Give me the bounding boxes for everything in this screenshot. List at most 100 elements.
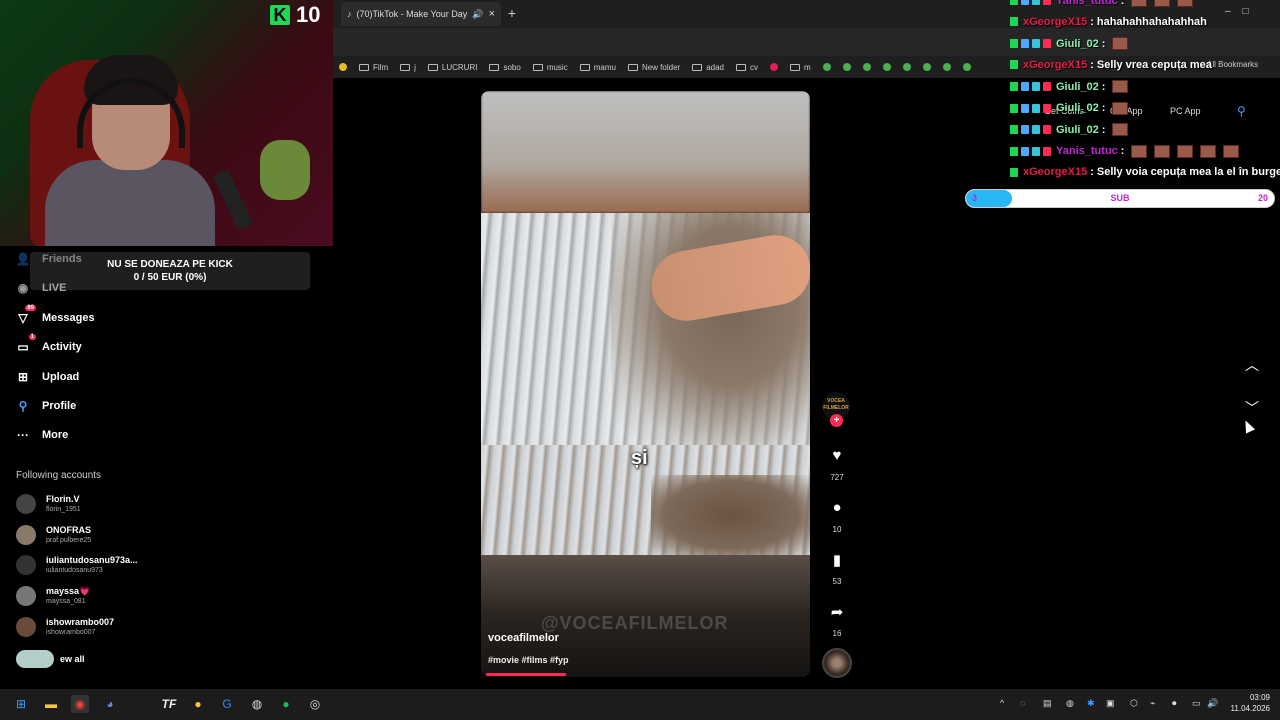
obs-icon[interactable]: ◎ bbox=[306, 695, 324, 713]
nav-more[interactable]: ··· More bbox=[16, 428, 68, 442]
like-button[interactable]: ♥ 727 bbox=[822, 447, 852, 482]
chat-username[interactable]: Yanis_tutuc bbox=[1056, 145, 1118, 157]
microphone-icon[interactable]: ⏺ bbox=[1172, 698, 1177, 709]
chrome-icon[interactable]: ◉ bbox=[71, 695, 89, 713]
coin-app-icon[interactable]: ● bbox=[189, 695, 207, 713]
chat-username[interactable]: xGeorgeX15 bbox=[1023, 166, 1087, 178]
window-controls[interactable]: –□ bbox=[1225, 6, 1261, 17]
nav-friends[interactable]: 👤 Friends bbox=[16, 252, 82, 266]
chat-username[interactable]: Yanis_tutuc bbox=[1056, 0, 1118, 7]
nav-profile[interactable]: ⚲ Profile bbox=[16, 399, 77, 413]
following-account[interactable]: ishowrambo007 ishowrambo007 bbox=[16, 617, 114, 637]
google-icon[interactable]: G bbox=[218, 695, 236, 713]
volume-icon[interactable]: 🔊 bbox=[1207, 698, 1218, 709]
share-button[interactable]: ➦ 16 bbox=[822, 603, 852, 638]
tray-app-icon[interactable]: ▤ bbox=[1043, 698, 1052, 709]
follow-button[interactable]: + bbox=[830, 414, 843, 427]
chat-badge-icon bbox=[1021, 39, 1029, 48]
file-explorer-icon[interactable]: ▬ bbox=[42, 695, 60, 713]
chat-badge-icon bbox=[1043, 146, 1051, 156]
nav-upload[interactable]: ⊞ Upload bbox=[16, 370, 79, 384]
address-bar[interactable] bbox=[333, 28, 1280, 56]
chat-username[interactable]: Giuli_02 bbox=[1056, 124, 1099, 136]
nav-activity[interactable]: ▭ 1 Activity bbox=[16, 334, 82, 354]
chat-username[interactable]: Giuli_02 bbox=[1056, 38, 1099, 50]
bookmark-site-icon[interactable] bbox=[842, 63, 851, 71]
plaster-texture bbox=[651, 475, 810, 555]
chat-username[interactable]: xGeorgeX15 bbox=[1023, 59, 1087, 71]
tray-app-icon[interactable]: ▣ bbox=[1106, 698, 1115, 709]
tray-chevron-up-icon[interactable]: ^ bbox=[1000, 698, 1004, 708]
sub-goal-bar: 3 SUB 20 bbox=[965, 189, 1275, 208]
save-button[interactable]: ▮ 53 bbox=[822, 551, 852, 586]
tray-app-icon[interactable]: ◌ bbox=[1020, 698, 1025, 708]
chat-text: Selly vrea cepuța mea bbox=[1096, 58, 1212, 71]
following-account[interactable]: ONOFRAS praf.pulbere25 bbox=[16, 525, 91, 545]
following-account[interactable]: iuliantudosanu973a... iuliantudosanu973 bbox=[16, 555, 138, 575]
discord-icon[interactable]: ◕ bbox=[101, 695, 119, 713]
bookmark-folder[interactable]: Film bbox=[359, 63, 388, 72]
bookmark-folder[interactable]: j bbox=[400, 63, 416, 72]
tf-app-icon[interactable]: TF bbox=[160, 695, 178, 713]
bookmark-site-icon[interactable] bbox=[822, 63, 831, 71]
following-account[interactable]: Florin.V florin_1951 bbox=[16, 494, 81, 514]
bookmark-folder[interactable]: m bbox=[789, 63, 811, 72]
bookmark-folder[interactable]: music bbox=[532, 63, 568, 72]
taskbar-clock[interactable]: 03:09 11.04.2026 bbox=[1222, 692, 1270, 714]
windows-start-icon[interactable]: ⊞ bbox=[12, 695, 30, 713]
video-progress-bar[interactable] bbox=[486, 673, 566, 676]
bookmark-site-icon[interactable] bbox=[882, 63, 891, 71]
chat-message: Yanis_tutuc: bbox=[1010, 0, 1194, 7]
network-icon[interactable]: ▭ bbox=[1192, 698, 1201, 709]
bookmark-site-icon[interactable] bbox=[902, 63, 911, 71]
bookmark-site-icon[interactable] bbox=[862, 63, 871, 71]
all-bookmarks-link[interactable]: All Bookmarks bbox=[1207, 60, 1258, 69]
chat-separator: : bbox=[1090, 15, 1094, 28]
chat-emote bbox=[1112, 123, 1129, 136]
chevron-down-icon[interactable]: ﹀ bbox=[1245, 398, 1259, 418]
chat-username[interactable]: Giuli_02 bbox=[1056, 102, 1099, 114]
bluetooth-icon[interactable]: ✱ bbox=[1087, 698, 1095, 709]
pc-app-button[interactable]: PC App bbox=[1170, 106, 1201, 116]
sub-goal-target: 20 bbox=[1257, 193, 1268, 203]
nav-messages[interactable]: ▽ 69 Messages bbox=[16, 305, 95, 325]
bookmark-site-icon[interactable] bbox=[962, 63, 971, 71]
bookmark-folder[interactable]: LUCRURI bbox=[427, 63, 477, 72]
tab-close-icon[interactable]: × bbox=[489, 8, 495, 20]
video-author[interactable]: voceafilmelor bbox=[488, 632, 559, 644]
bookmark-folder[interactable]: adad bbox=[692, 63, 724, 72]
bookmark-app-icon[interactable] bbox=[339, 63, 347, 71]
more-icon: ··· bbox=[17, 428, 29, 442]
chevron-up-icon[interactable]: ︿ bbox=[1245, 355, 1259, 375]
bookmark-folder[interactable]: New folder bbox=[627, 63, 680, 72]
comment-button[interactable]: ● 10 bbox=[822, 499, 852, 534]
bookmark-site-icon[interactable] bbox=[769, 63, 778, 71]
bookmark-folder[interactable]: sobo bbox=[489, 63, 521, 72]
chat-username[interactable]: Giuli_02 bbox=[1056, 81, 1099, 93]
profile-icon[interactable]: ⚲ bbox=[1237, 104, 1249, 118]
bookmark-site-icon[interactable] bbox=[922, 63, 931, 71]
audio-icon[interactable]: 🔊 bbox=[472, 9, 483, 20]
game-icon[interactable]: ◍ bbox=[248, 695, 266, 713]
spotify-icon[interactable]: ● bbox=[277, 695, 295, 713]
following-account[interactable]: mayssa💗 mayssa_081 bbox=[16, 586, 90, 606]
bookmark-site-icon[interactable] bbox=[942, 63, 951, 71]
tray-app-icon[interactable]: ◍ bbox=[1066, 698, 1074, 709]
tray-app-icon[interactable]: ⌁ bbox=[1150, 698, 1155, 709]
bookmark-folder[interactable]: cv bbox=[735, 63, 758, 72]
bookmark-folder[interactable]: mamu bbox=[579, 63, 616, 72]
browser-tab[interactable]: ♪ (70)TikTok - Make Your Day 🔊 × bbox=[341, 2, 501, 26]
video-hashtags[interactable]: #movie #films #fyp bbox=[488, 655, 569, 665]
chat-emote bbox=[1200, 144, 1217, 158]
chat-separator: : bbox=[1101, 37, 1106, 50]
nav-live[interactable]: ◉ LIVE bbox=[16, 281, 67, 295]
tray-app-icon[interactable]: ⬡ bbox=[1130, 698, 1138, 709]
microphone bbox=[213, 169, 253, 231]
folder-icon bbox=[532, 63, 543, 71]
see-all-link[interactable]: ew all bbox=[16, 650, 85, 668]
sound-disc[interactable] bbox=[822, 648, 852, 678]
video-player[interactable]: și @VOCEAFILMELOR voceafilmelor #movie #… bbox=[481, 91, 810, 677]
new-tab-button[interactable]: + bbox=[505, 5, 519, 21]
chat-emote bbox=[1131, 0, 1148, 7]
chat-username[interactable]: xGeorgeX15 bbox=[1023, 16, 1087, 28]
